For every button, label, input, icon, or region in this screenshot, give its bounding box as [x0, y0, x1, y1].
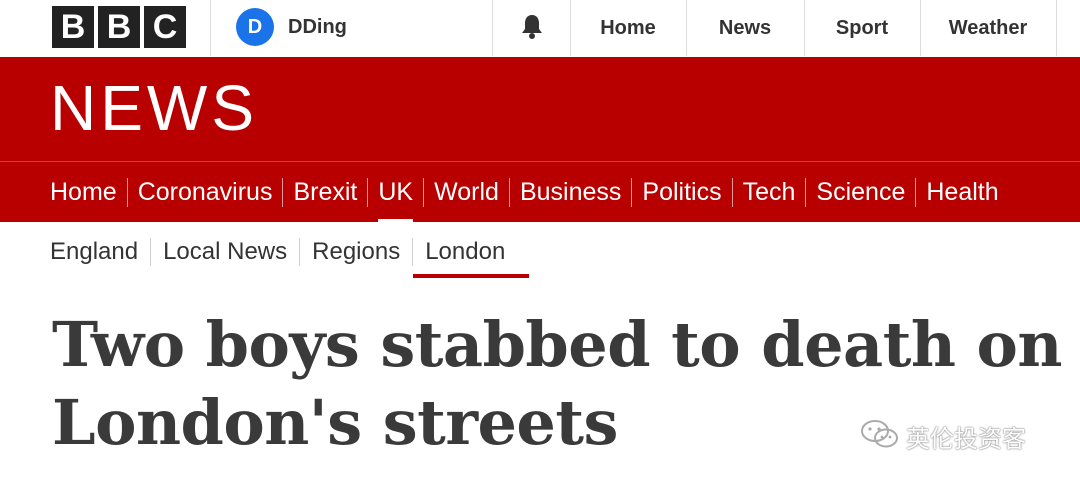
- logo-letter: C: [144, 6, 186, 48]
- section-brexit[interactable]: Brexit: [282, 177, 367, 207]
- divider: [210, 0, 211, 56]
- top-bar: B B C D DDing Home News Sport Weather: [0, 0, 1080, 56]
- account-button[interactable]: D DDing: [236, 8, 347, 46]
- news-banner: NEWS: [0, 57, 1080, 161]
- avatar: D: [236, 8, 274, 46]
- divider: [1056, 0, 1057, 56]
- topnav-sport[interactable]: Sport: [805, 0, 919, 56]
- wechat-icon: [860, 418, 900, 455]
- watermark: 英伦投资客: [860, 418, 1026, 455]
- section-world[interactable]: World: [423, 177, 509, 207]
- section-business[interactable]: Business: [508, 177, 631, 207]
- subnav-local-news[interactable]: Local News: [150, 238, 299, 266]
- divider: [492, 0, 493, 56]
- bell-icon: [520, 13, 544, 44]
- section-politics[interactable]: Politics: [631, 177, 731, 207]
- subnav-england[interactable]: England: [50, 238, 150, 266]
- logo-letter: B: [98, 6, 140, 48]
- account-name: DDing: [288, 15, 347, 38]
- topnav-news[interactable]: News: [687, 0, 803, 56]
- watermark-text: 英伦投资客: [906, 426, 1026, 453]
- news-logo[interactable]: NEWS: [50, 63, 258, 153]
- section-nav-bar: Home Coronavirus Brexit UK World Busines…: [0, 161, 1080, 223]
- notifications-button[interactable]: [494, 0, 570, 56]
- subnav-london[interactable]: London: [412, 238, 530, 278]
- bbc-logo[interactable]: B B C: [52, 6, 186, 48]
- section-home[interactable]: Home: [50, 178, 127, 207]
- subnav-regions[interactable]: Regions: [299, 238, 412, 266]
- section-coronavirus[interactable]: Coronavirus: [126, 177, 283, 207]
- logo-letter: B: [52, 6, 94, 48]
- sub-nav: England Local News Regions London: [50, 232, 530, 278]
- section-tech[interactable]: Tech: [731, 177, 806, 207]
- section-uk[interactable]: UK: [367, 177, 423, 223]
- section-science[interactable]: Science: [805, 177, 915, 207]
- topnav-home[interactable]: Home: [571, 0, 685, 56]
- section-nav: Home Coronavirus Brexit UK World Busines…: [50, 162, 1009, 223]
- topnav-weather[interactable]: Weather: [921, 0, 1055, 56]
- section-health[interactable]: Health: [915, 177, 1008, 207]
